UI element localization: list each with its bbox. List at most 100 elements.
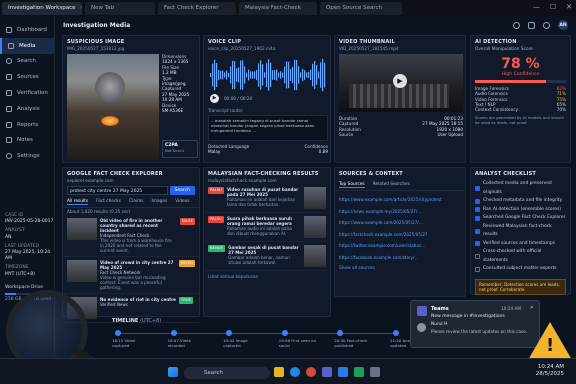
- timeline-event-dot[interactable]: [226, 330, 233, 336]
- settings-taskbar-icon[interactable]: [370, 367, 380, 377]
- checklist-item[interactable]: Checked metadata and file integrity: [475, 197, 566, 206]
- minimize-icon[interactable]: —: [533, 3, 540, 11]
- play-button[interactable]: ▶: [210, 94, 219, 103]
- timeline-event-dot[interactable]: [337, 330, 344, 336]
- close-icon[interactable]: ✕: [530, 305, 534, 311]
- checkbox[interactable]: [475, 228, 480, 234]
- suspicious-image-panel: SUSPICIOUS IMAGE IMG_20250527_153012.jpg…: [62, 35, 200, 163]
- list-item[interactable]: BENAR Gambar sesak di pusat bandar 27 Me…: [204, 242, 330, 271]
- playback-time: 00:00 / 00:24: [224, 96, 253, 101]
- taskbar-clock[interactable]: 10:24 AM 28/5/2025: [536, 364, 564, 378]
- sidebar-item-reports[interactable]: Reports: [0, 117, 54, 133]
- taskbar-search[interactable]: Search: [184, 367, 270, 379]
- word-icon[interactable]: [338, 367, 348, 377]
- checkbox[interactable]: [475, 241, 480, 247]
- source-link[interactable]: https://factcheck.example.com/2025/05/27: [339, 229, 461, 241]
- excel-icon[interactable]: [354, 367, 364, 377]
- see-all-link[interactable]: Lihat semua keputusan: [204, 271, 330, 284]
- tab-top-sources[interactable]: Top Sources: [339, 182, 365, 188]
- chrome-icon[interactable]: [306, 367, 316, 377]
- list-item[interactable]: PALSU Video rusuhan di pusat bandar pada…: [204, 184, 330, 213]
- checklist-item[interactable]: Ran AI detection (ensemble scores): [475, 206, 566, 215]
- list-item[interactable]: Video of crowd in city centre 27 May 202…: [63, 257, 199, 294]
- sidebar-item-search[interactable]: Search: [0, 54, 54, 70]
- case-id: INV-2025-05-28-0017: [5, 219, 54, 225]
- tab-claims[interactable]: Claims: [129, 199, 143, 205]
- avatar[interactable]: AN: [558, 20, 568, 30]
- timeline-event-dot[interactable]: [393, 330, 399, 336]
- checklist-item[interactable]: Verified sources and timestamps: [475, 240, 566, 249]
- checkbox[interactable]: [475, 198, 480, 204]
- close-window-icon[interactable]: ✕: [566, 3, 572, 11]
- list-item[interactable]: Old video of fire in another country sha…: [63, 215, 199, 257]
- waveform-bar: [220, 70, 222, 80]
- checklist-item[interactable]: Searched Google Fact Check Explorer: [475, 214, 566, 223]
- tab-videos[interactable]: Videos: [175, 199, 189, 205]
- suspicious-image[interactable]: [67, 54, 159, 160]
- waveform-bar: [232, 60, 234, 90]
- start-icon[interactable]: [168, 367, 178, 377]
- checklist-item[interactable]: Reviewed Malaysian fact-check results: [475, 223, 566, 240]
- source-link[interactable]: https://twitter.example.com/user/status/…: [339, 240, 461, 252]
- source-link[interactable]: https://www.example.com/article/2025/cit…: [339, 194, 461, 206]
- teams-taskbar-icon[interactable]: [322, 367, 332, 377]
- source-link[interactable]: https://facebook.example.com/story/..: [339, 252, 461, 264]
- checkbox[interactable]: [475, 254, 480, 259]
- checkbox[interactable]: [475, 266, 480, 272]
- checklist-item[interactable]: Collected media and preserved originals: [475, 180, 566, 197]
- search-icon[interactable]: [513, 21, 520, 29]
- timeline-event-dot[interactable]: [281, 330, 288, 336]
- checklist-item[interactable]: Consulted subject matter experts: [475, 265, 566, 274]
- search-button[interactable]: Search: [169, 186, 195, 195]
- list-item[interactable]: PALSU Suara pihak berkuasa suruh orang r…: [204, 213, 330, 242]
- file-explorer-icon[interactable]: [274, 367, 284, 377]
- checkbox[interactable]: [475, 207, 480, 213]
- tab-fact-checks[interactable]: Fact checks: [96, 199, 121, 205]
- sidebar-item-media[interactable]: Media: [0, 37, 54, 54]
- report-icon: [6, 121, 12, 128]
- fact-check-search-input[interactable]: protest city centre 27 May 2025: [67, 186, 168, 195]
- result-source: Verified News: [100, 302, 128, 307]
- video-thumbnail[interactable]: ▶: [339, 54, 463, 112]
- checkbox[interactable]: [475, 215, 480, 221]
- timeline-axis: [118, 333, 396, 334]
- tab-investigation-workspace[interactable]: Investigation Workspace ✕: [2, 1, 82, 15]
- waveform-bar: [282, 72, 284, 78]
- show-all-sources-link[interactable]: Show all sources: [335, 266, 465, 271]
- source-link[interactable]: https://www.example.com/2025/05/27/....: [339, 217, 461, 229]
- checkbox[interactable]: [475, 186, 480, 191]
- bell-icon[interactable]: [528, 21, 535, 29]
- sidebar-item-dashboard[interactable]: Dashboard: [0, 22, 54, 38]
- maximize-icon[interactable]: ☐: [550, 3, 556, 11]
- help-icon[interactable]: [543, 21, 550, 29]
- tab-open-source-search[interactable]: Open Source Search: [320, 1, 402, 15]
- play-icon[interactable]: ▶: [393, 74, 407, 88]
- tab-images[interactable]: Images: [152, 199, 168, 205]
- tab-related-searches[interactable]: Related Searches: [373, 182, 410, 188]
- metric-label: Context Consistency: [475, 107, 519, 113]
- result-count: About 1,820 results (0.35 sec): [67, 209, 131, 214]
- timeline-event-dot[interactable]: [170, 330, 177, 336]
- tab-all-results[interactable]: All results: [67, 199, 89, 205]
- sidebar-item-verification[interactable]: Verification: [0, 85, 54, 101]
- source-label: Source: [339, 131, 354, 137]
- sidebar-item-analysis[interactable]: Analysis: [0, 101, 54, 117]
- sidebar-item-settings[interactable]: Settings: [0, 148, 54, 164]
- sidebar-item-notes[interactable]: Notes: [0, 133, 54, 149]
- tab-malaysia-fact-check[interactable]: Malaysia Fact-Check: [239, 1, 317, 15]
- lang: Malay: [208, 149, 221, 155]
- waveform-bar: [324, 62, 326, 88]
- device: SM-A536E: [162, 108, 184, 114]
- source-link[interactable]: https://news.example.my/2025/05/27/....: [339, 206, 461, 218]
- checklist-item[interactable]: Cross-checked with official statements: [475, 248, 566, 265]
- sidebar-item-sources[interactable]: Sources: [0, 69, 54, 85]
- c2pa-badge[interactable]: C2PA Not found: [162, 140, 198, 158]
- sidebar-item-label: Verification: [17, 90, 48, 97]
- waveform-bar: [216, 63, 218, 87]
- timeline-event-dot[interactable]: [115, 330, 121, 336]
- close-icon[interactable]: ✕: [80, 5, 82, 11]
- edge-icon[interactable]: [290, 367, 300, 377]
- teams-notification[interactable]: Teams 10:24 AM ✕ New message in #Investi…: [410, 300, 540, 348]
- tab-fact-check-explorer[interactable]: Fact Check Explorer: [158, 1, 236, 15]
- tab-new[interactable]: New Tab: [85, 1, 155, 15]
